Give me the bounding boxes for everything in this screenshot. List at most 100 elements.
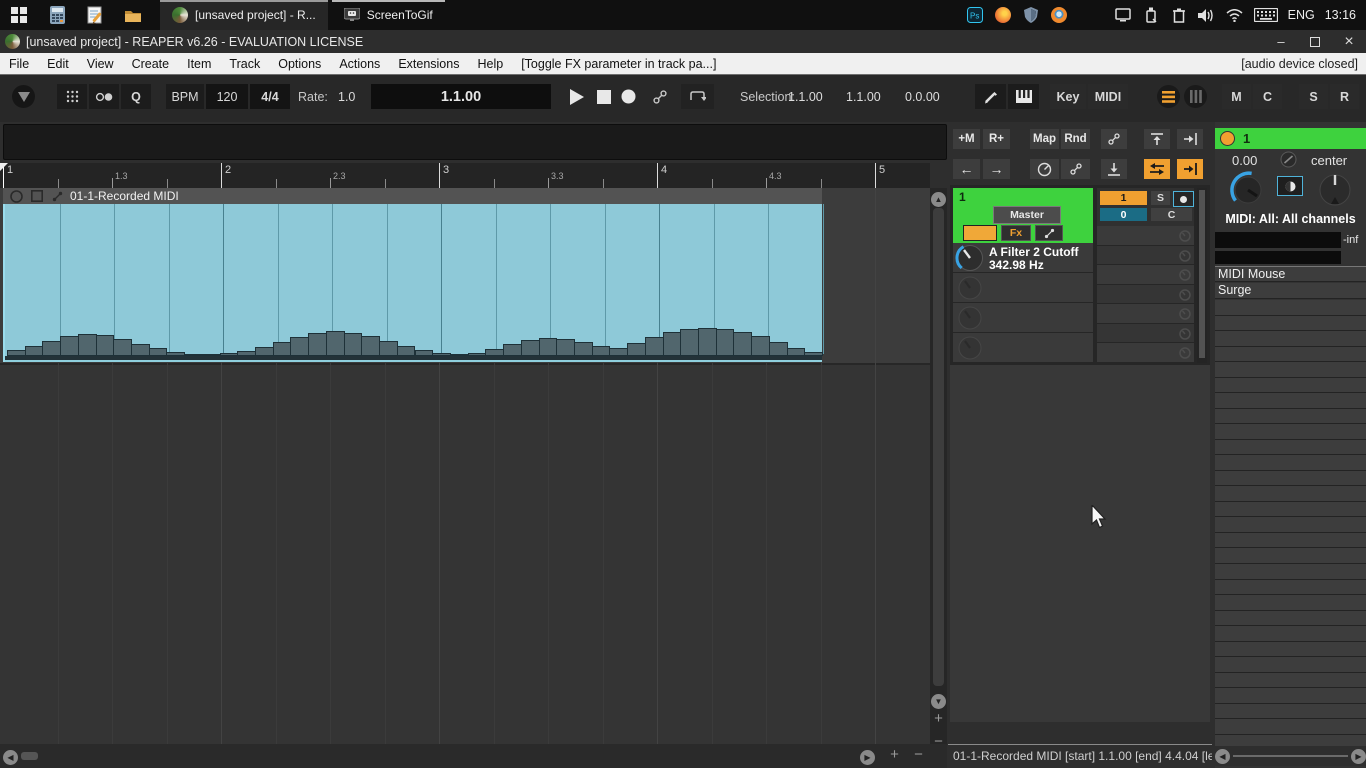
track-1-header[interactable]: 1 Master Fx [953,188,1093,243]
menu-item-options[interactable]: Options [269,53,330,74]
bpm-value-field[interactable]: 120 [206,84,248,109]
selection-start[interactable]: 1.1.00 [788,90,823,104]
master-center-button[interactable]: C [1253,84,1282,109]
task-reaper[interactable]: [unsaved project] - R... [160,0,328,30]
mixer-horizontal-scrollbar[interactable]: ◀ ▶ [1215,746,1366,766]
browser-tray-icon[interactable] [1050,6,1068,24]
dock-button[interactable] [1101,159,1127,179]
record-arm-indicator[interactable] [1220,131,1235,146]
fx-slot-midi-mouse[interactable]: MIDI Mouse [1215,266,1366,282]
eject-tray-icon[interactable] [1170,6,1188,24]
quantize-button[interactable]: Q [121,84,151,109]
playback-position-display[interactable]: 1.1.00 [371,84,551,109]
send-slot-button[interactable]: 1 [1100,191,1147,205]
media-item-body[interactable] [3,204,824,362]
vertical-scroll-thumb[interactable] [933,208,944,686]
go-to-end-button[interactable] [1177,159,1203,179]
master-send-button[interactable]: Master [993,206,1061,224]
task-screentogif[interactable]: ScreenToGif [331,0,445,30]
photoshop-tray-icon[interactable]: Ps [966,6,984,24]
horizontal-zoom-out-button[interactable]: − [910,746,927,763]
fx-param-row-empty[interactable] [953,333,1093,363]
grid-settings-button[interactable] [57,84,87,109]
timeline-ruler[interactable]: 1 2 3 4 5 1.3 2.3 3.3 4.3 [0,163,930,189]
next-button[interactable]: → [983,159,1010,179]
scroll-left-button[interactable]: ◀ [3,750,18,765]
rate-value[interactable]: 1.0 [338,90,355,104]
scroll-up-button[interactable]: ▲ [931,192,946,207]
horizontal-zoom-in-button[interactable]: + [886,746,903,763]
menu-item-extensions[interactable]: Extensions [389,53,468,74]
record-button[interactable] [615,84,641,109]
track-layout-button[interactable] [1157,85,1180,108]
item-mute-icon[interactable] [10,189,23,203]
language-indicator[interactable]: ENG [1288,8,1315,22]
monitor-tray-icon[interactable] [1114,6,1132,24]
menu-item-track[interactable]: Track [220,53,269,74]
fx-slot-surge[interactable]: Surge [1215,283,1366,299]
midi-routing-info[interactable]: MIDI: All: All channels [1215,212,1366,226]
time-signature-field[interactable]: 4/4 [250,84,290,109]
fx-param-knob[interactable] [955,243,985,273]
link-params-button[interactable] [1101,129,1127,149]
link-tempo-button[interactable] [645,84,675,109]
selection-end[interactable]: 1.1.00 [846,90,881,104]
menu-item-help[interactable]: Help [468,53,512,74]
mixer-track-header[interactable]: 1 [1215,128,1366,149]
notepad-icon[interactable] [76,0,114,30]
arrange-horizontal-scrollbar[interactable]: ◀ ▶ + − [0,744,947,768]
fx-param-row-active[interactable]: A Filter 2 Cutoff 342.98 Hz [953,243,1093,273]
menu-item-item[interactable]: Item [178,53,220,74]
usb-device-tray-icon[interactable] [1142,6,1160,24]
item-pool-icon[interactable] [52,191,63,202]
selection-length[interactable]: 0.0.00 [905,90,940,104]
play-button[interactable] [563,84,589,109]
master-record-button[interactable]: R [1330,84,1359,109]
volume-readout[interactable]: 0.00 [1232,153,1257,168]
map-button[interactable]: Map [1030,129,1059,149]
record-monitor-button[interactable] [1277,176,1303,196]
menu-item-edit[interactable]: Edit [38,53,78,74]
maximize-button[interactable] [1298,30,1332,53]
start-button[interactable] [0,0,38,30]
channel-count-button[interactable]: 0 [1100,208,1147,221]
calculator-icon[interactable] [38,0,76,30]
firefox-tray-icon[interactable] [994,6,1012,24]
menu-item-file[interactable]: File [0,53,38,74]
prev-button[interactable]: ← [953,159,980,179]
snap-toggle-button[interactable] [89,84,119,109]
scroll-down-button[interactable]: ▼ [931,694,946,709]
key-button[interactable]: Key [1050,84,1086,109]
stop-button[interactable] [591,84,617,109]
record-arm-button[interactable] [1173,191,1194,207]
routing-scroll-thumb[interactable] [1199,190,1205,358]
menu-item-view[interactable]: View [78,53,123,74]
virtual-keyboard-button[interactable] [1008,84,1039,109]
move-to-top-button[interactable] [1144,129,1170,149]
knob-mode-button[interactable] [1030,159,1059,179]
add-marker-button[interactable]: +M [953,129,980,149]
track-link-button[interactable] [1035,225,1063,241]
menu-item-togglefxparame[interactable]: [Toggle FX parameter in track pa...] [512,53,725,74]
reaper-menu-button[interactable] [12,85,35,108]
shield-tray-icon[interactable] [1022,6,1040,24]
menu-item-actions[interactable]: Actions [330,53,389,74]
repeat-button[interactable] [681,84,714,109]
fx-param-row-empty[interactable] [953,273,1093,303]
mixer-layout-button[interactable] [1184,85,1207,108]
solo-button[interactable]: S [1151,191,1170,205]
horizontal-scroll-thumb[interactable] [21,752,38,760]
move-to-end-button[interactable] [1177,129,1203,149]
fx-param-row-empty[interactable] [953,303,1093,333]
mixer-scroll-right[interactable]: ▶ [1351,748,1366,764]
random-button[interactable]: Rnd [1061,129,1090,149]
media-item-header[interactable]: 01-1-Recorded MIDI [3,188,822,204]
midi-button[interactable]: MIDI [1088,84,1128,109]
item-lock-icon[interactable] [31,190,43,202]
add-region-button[interactable]: R+ [983,129,1010,149]
volume-knob[interactable] [1227,169,1269,211]
media-item-recorded-midi[interactable]: 01-1-Recorded MIDI [3,188,824,362]
edit-mode-button[interactable] [975,84,1006,109]
keyboard-tray-icon[interactable] [1253,6,1278,24]
track-color-swatch[interactable] [963,225,997,241]
